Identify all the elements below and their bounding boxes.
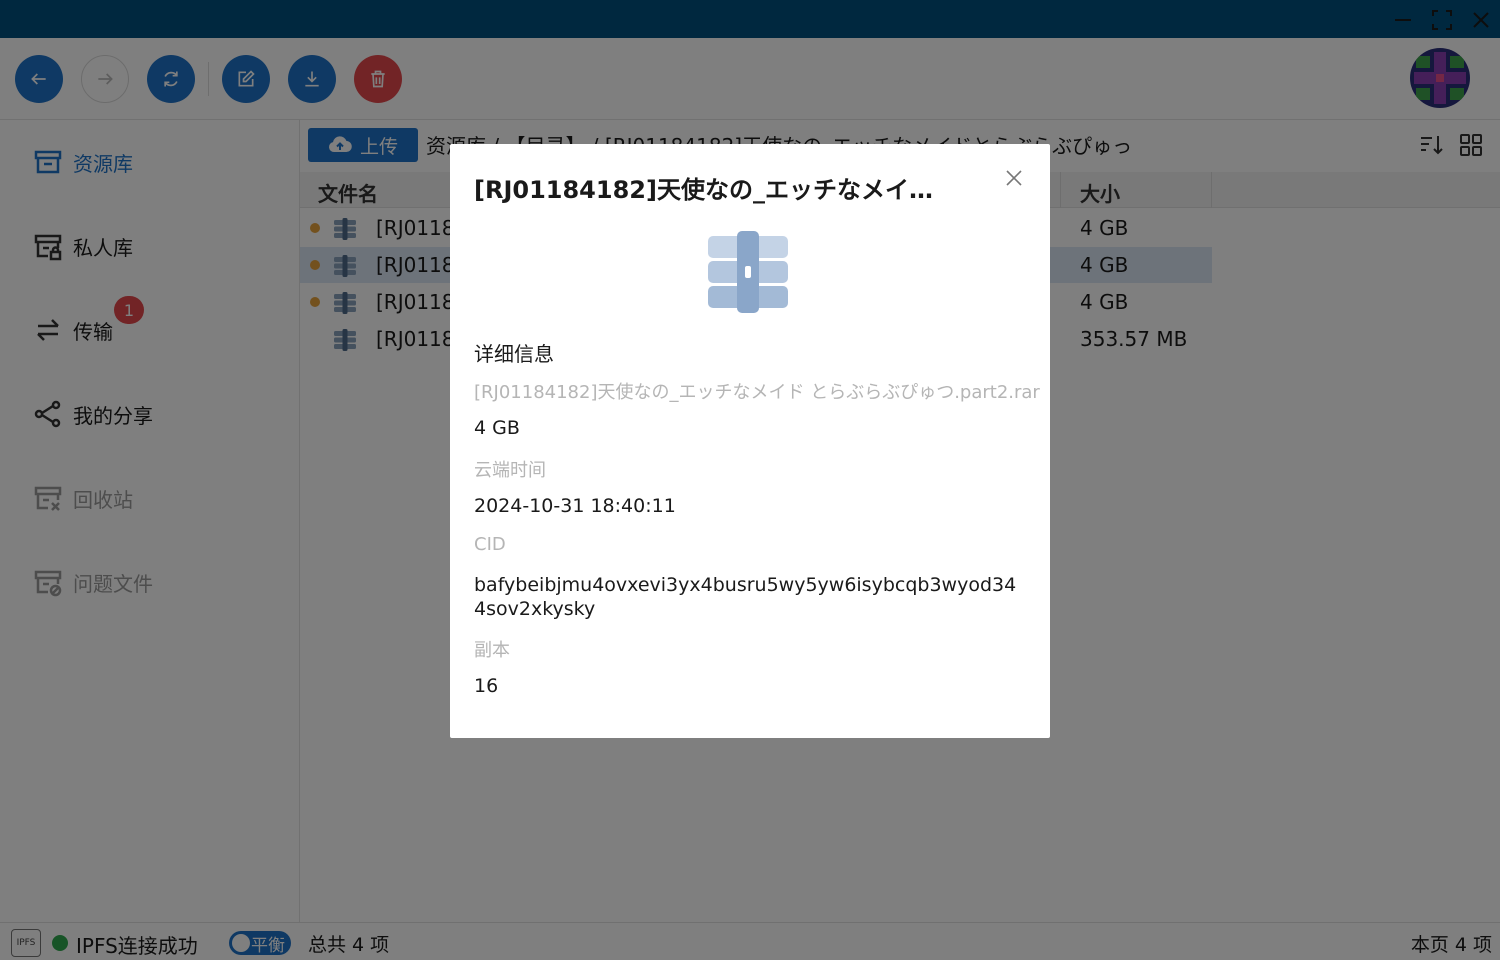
- cloud-time-value: 2024-10-31 18:40:11: [474, 495, 676, 517]
- cid-value: bafybeibjmu4ovxevi3yx4busru5wy5yw6isybcq…: [474, 574, 1017, 620]
- cid-label: CID: [474, 534, 506, 555]
- details-heading: 详细信息: [474, 342, 554, 366]
- cloud-time-label: 云端时间: [474, 460, 546, 481]
- file-details-dialog: [RJ01184182]天使なの_エッチなメイド... 详细信息 [RJ0118…: [450, 144, 1050, 738]
- replica-label: 副本: [474, 640, 510, 661]
- replica-value: 16: [474, 675, 499, 697]
- dialog-title: [RJ01184182]天使なの_エッチなメイド...: [474, 176, 954, 204]
- close-icon[interactable]: [1002, 166, 1026, 190]
- archive-file-icon: [708, 231, 788, 313]
- file-size-value: 4 GB: [474, 417, 520, 439]
- file-full-name: [RJ01184182]天使なの_エッチなメイド とらぶらぶぴゅつ.part2.…: [474, 382, 1040, 403]
